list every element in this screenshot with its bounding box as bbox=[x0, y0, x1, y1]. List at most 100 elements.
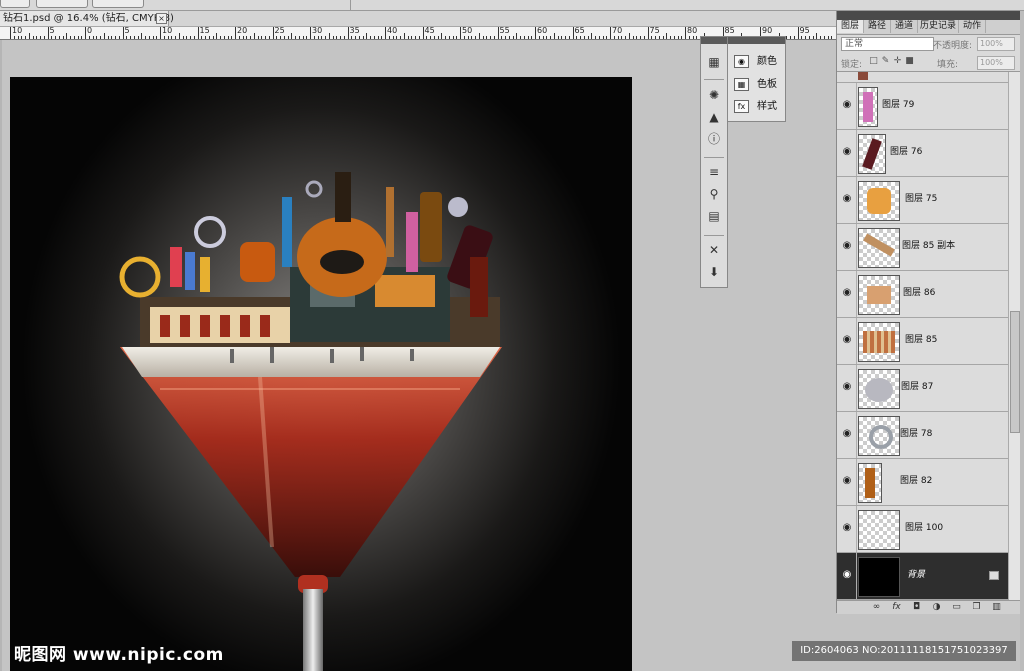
ruler-tick bbox=[583, 36, 585, 39]
lock-position-icon[interactable]: ✛ bbox=[893, 57, 902, 66]
eye-icon[interactable]: ◉ bbox=[840, 192, 854, 206]
layer-row[interactable]: ◉ 图层 82 bbox=[837, 459, 1008, 506]
ruler-tick bbox=[812, 36, 814, 39]
brushes-icon[interactable]: ≡ bbox=[706, 165, 722, 179]
actions-icon[interactable]: ⬇ bbox=[706, 265, 722, 279]
lock-transparency-icon[interactable]: □ bbox=[869, 57, 878, 66]
panel-header[interactable] bbox=[837, 11, 1021, 20]
eye-icon[interactable]: ◉ bbox=[840, 145, 854, 159]
ruler-tick bbox=[115, 36, 116, 39]
blend-mode-select[interactable]: 正常 bbox=[841, 37, 934, 51]
layer-row-partial bbox=[837, 72, 1008, 83]
ruler-tick bbox=[415, 36, 416, 39]
ruler-tick bbox=[621, 36, 623, 39]
fx-icon[interactable]: fx bbox=[891, 602, 902, 613]
divider bbox=[704, 235, 724, 236]
ruler-tick bbox=[602, 36, 604, 39]
ruler-tick bbox=[28, 33, 30, 39]
layer-row[interactable]: ◉ 图层 78 bbox=[837, 412, 1008, 459]
navigator-icon[interactable]: ✺ bbox=[706, 88, 722, 102]
ruler-tick bbox=[171, 36, 173, 39]
option-button-3[interactable] bbox=[92, 0, 144, 8]
eye-icon[interactable]: ◉ bbox=[840, 427, 854, 441]
ruler-tick bbox=[205, 36, 206, 39]
trash-icon[interactable]: ▥ bbox=[991, 602, 1002, 613]
ruler-tick bbox=[568, 36, 570, 39]
link-icon[interactable]: ∞ bbox=[871, 602, 882, 613]
ruler-tick bbox=[643, 36, 645, 39]
ruler-label: 95 bbox=[799, 26, 810, 35]
ruler-tick bbox=[520, 36, 521, 39]
layer-row[interactable]: ◉ 图层 100 bbox=[837, 506, 1008, 553]
ruler-label: 85 bbox=[724, 26, 735, 35]
eye-icon[interactable]: ◉ bbox=[840, 380, 854, 394]
tool-presets-icon[interactable]: ▤ bbox=[706, 209, 722, 223]
eye-icon[interactable]: ◉ bbox=[840, 521, 854, 535]
tab-paths[interactable]: 路径 bbox=[864, 20, 891, 33]
tab-channels[interactable]: 通道 bbox=[891, 20, 918, 33]
eye-icon[interactable]: ◉ bbox=[840, 568, 854, 582]
flyout-item-color[interactable]: ◉ 颜色 bbox=[734, 54, 777, 70]
group-icon[interactable]: ▭ bbox=[951, 602, 962, 613]
layer-row[interactable]: ◉ 图层 79 bbox=[837, 83, 1008, 130]
layer-row[interactable]: ◉ 图层 85 bbox=[837, 318, 1008, 365]
fill-field[interactable]: 100% bbox=[977, 56, 1015, 70]
layer-row[interactable]: ◉ 图层 87 bbox=[837, 365, 1008, 412]
ruler-tick bbox=[58, 36, 60, 39]
eye-icon[interactable]: ◉ bbox=[840, 98, 854, 112]
eye-icon[interactable]: ◉ bbox=[840, 474, 854, 488]
divider bbox=[856, 412, 857, 458]
flyout-header[interactable] bbox=[728, 37, 785, 44]
close-icon[interactable]: × bbox=[156, 13, 167, 24]
tab-history[interactable]: 历史记录 bbox=[918, 20, 959, 33]
ruler-tick bbox=[220, 36, 221, 39]
ruler-tick bbox=[257, 36, 259, 39]
layer-name: 图层 85 副本 bbox=[902, 241, 956, 251]
opacity-field[interactable]: 100% bbox=[977, 37, 1015, 51]
tools-icon[interactable]: ✕ bbox=[706, 243, 722, 257]
layer-row[interactable]: ◉ 图层 76 bbox=[837, 130, 1008, 177]
ruler-tick bbox=[493, 36, 495, 39]
option-button-1[interactable] bbox=[0, 0, 30, 8]
layer-row[interactable]: ◉ 图层 75 bbox=[837, 177, 1008, 224]
dock-header[interactable] bbox=[701, 37, 727, 44]
info-icon[interactable]: ⓘ bbox=[706, 132, 722, 146]
new-layer-icon[interactable]: ❐ bbox=[971, 602, 982, 613]
ruler-tick bbox=[831, 36, 833, 39]
flyout-item-swatches[interactable]: ▦ 色板 bbox=[734, 77, 777, 93]
option-button-2[interactable] bbox=[36, 0, 88, 8]
ruler-label: 60 bbox=[537, 26, 548, 35]
ruler-label: 25 bbox=[274, 26, 285, 35]
layer-row[interactable]: ◉ 图层 85 副本 bbox=[837, 224, 1008, 271]
tab-actions[interactable]: 动作 bbox=[959, 20, 986, 33]
color-icon[interactable]: ▦ bbox=[706, 55, 722, 69]
ruler-tick bbox=[25, 36, 26, 39]
flyout-item-label: 色板 bbox=[757, 79, 777, 90]
ruler-label: 50 bbox=[462, 26, 473, 35]
histogram-icon[interactable]: ▲ bbox=[706, 110, 722, 124]
ruler-tick bbox=[381, 36, 383, 39]
eye-icon[interactable]: ◉ bbox=[840, 286, 854, 300]
mask-icon[interactable]: ◘ bbox=[911, 602, 922, 613]
layer-row-background[interactable]: ◉ 背景 bbox=[837, 553, 1008, 600]
ruler-tick bbox=[343, 36, 345, 39]
document-tab[interactable]: 钻石1.psd @ 16.4% (钻石, CMYK/8) × bbox=[0, 11, 174, 26]
layer-row[interactable]: ◉ 图层 86 bbox=[837, 271, 1008, 318]
ruler-tick bbox=[681, 36, 683, 39]
adjustment-icon[interactable]: ◑ bbox=[931, 602, 942, 613]
lock-all-icon[interactable]: ■ bbox=[905, 57, 914, 66]
lock-pixels-icon[interactable]: ✎ bbox=[881, 57, 890, 66]
document-canvas[interactable] bbox=[10, 77, 632, 671]
eye-icon[interactable]: ◉ bbox=[840, 333, 854, 347]
flyout-item-styles[interactable]: fx 样式 bbox=[734, 99, 777, 115]
scrollbar-thumb[interactable] bbox=[1010, 311, 1020, 433]
ruler-tick bbox=[141, 33, 143, 39]
ruler-tick bbox=[287, 36, 289, 39]
ruler-label: 70 bbox=[612, 26, 623, 35]
eye-icon[interactable]: ◉ bbox=[840, 239, 854, 253]
ruler-tick bbox=[122, 27, 124, 39]
ruler-tick bbox=[692, 36, 694, 39]
clone-source-icon[interactable]: ⚲ bbox=[706, 187, 722, 201]
tab-layers[interactable]: 图层 bbox=[837, 20, 864, 33]
ruler-tick bbox=[801, 36, 803, 39]
